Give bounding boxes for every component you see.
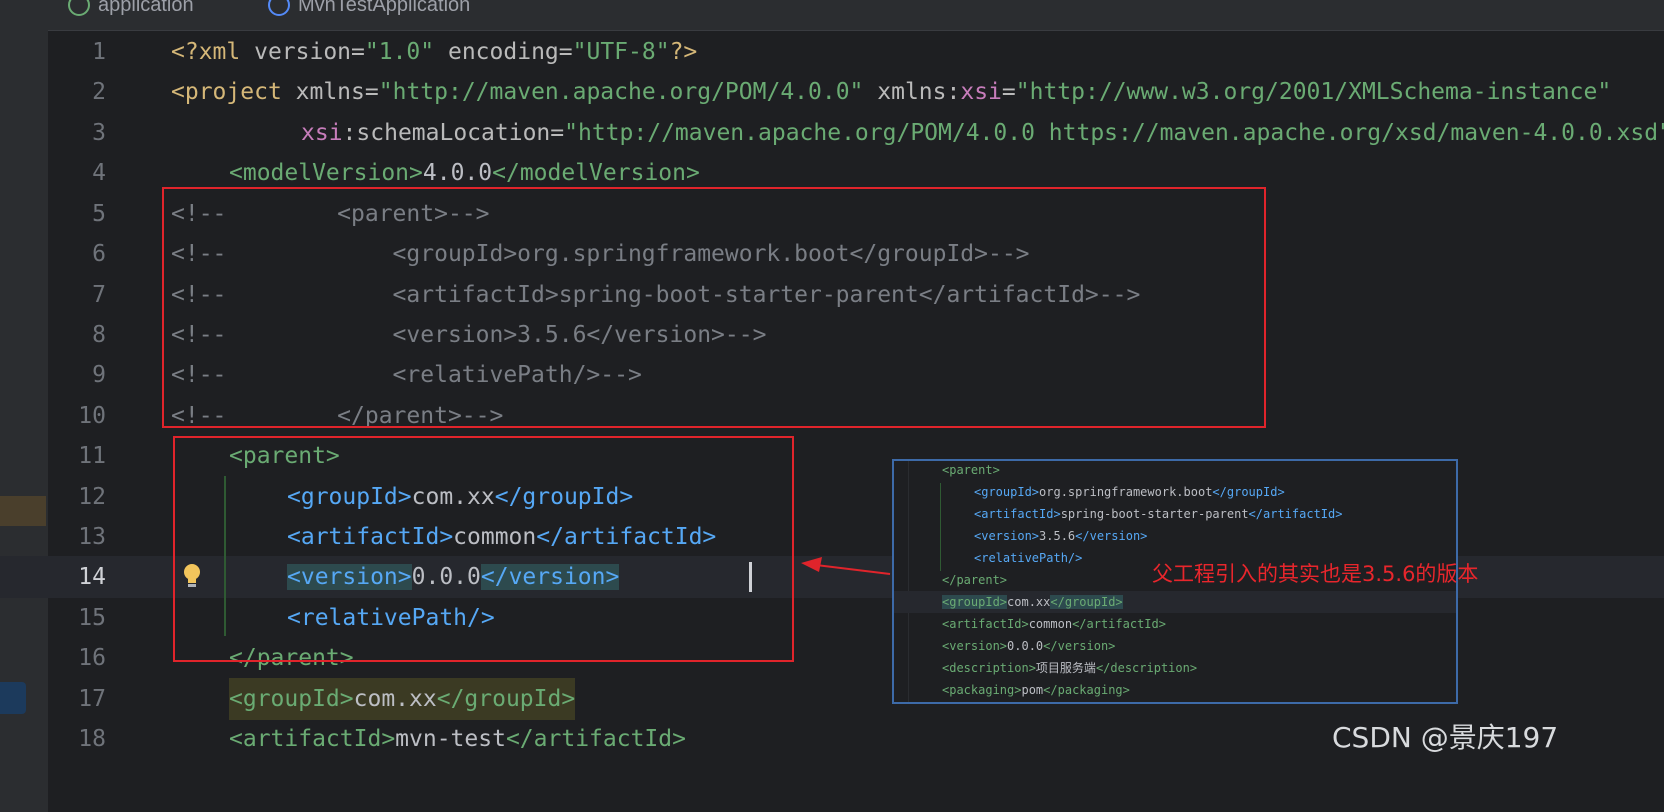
code-text: <project xmlns="http://maven.apache.org/… [171, 79, 1612, 105]
code-line: 2 <project xmlns="http://maven.apache.or… [0, 71, 1664, 113]
code-text: <groupId>com.xx</groupId> [229, 678, 576, 720]
line-number: 1 [92, 39, 106, 65]
line-number: 5 [92, 201, 106, 227]
line-number: 6 [92, 241, 106, 267]
line-number: 10 [78, 403, 106, 429]
line-number: 13 [78, 524, 106, 550]
code-text: <?xml version="1.0" encoding="UTF-8"?> [171, 39, 698, 65]
line-number: 2 [92, 79, 106, 105]
snippet-line: <packaging>pom</packaging> [942, 683, 1130, 697]
annotation-box-commented-parent [162, 187, 1266, 428]
watermark: CSDN @景庆197 [1332, 721, 1559, 754]
snippet-line: <description>项目服务端</description> [942, 661, 1198, 675]
snippet-line: <artifactId>spring-boot-starter-parent</… [974, 507, 1343, 521]
annotation-note: 父工程引入的其实也是3.5.6的版本 [1152, 562, 1479, 586]
line-number: 3 [92, 120, 106, 146]
line-number: 18 [78, 726, 106, 752]
snippet-line: <artifactId>common</artifactId> [942, 617, 1166, 631]
line-number: 17 [78, 686, 106, 712]
line-number: 11 [78, 443, 106, 469]
code-text: <artifactId>mvn-test</artifactId> [229, 726, 686, 752]
snippet-line-current: <groupId>com.xx</groupId> [894, 591, 1456, 613]
snippet-line: <version>0.0.0</version> [942, 639, 1116, 653]
snippet-line: <groupId>org.springframework.boot</group… [974, 485, 1285, 499]
line-number: 12 [78, 484, 106, 510]
code-line: 3 xsi:schemaLocation="http://maven.apach… [0, 112, 1664, 154]
snippet-line: <version>3.5.6</version> [974, 529, 1148, 543]
line-number: 15 [78, 605, 106, 631]
line-number: 14 [78, 564, 106, 590]
annotation-box-parent [173, 436, 794, 662]
snippet-line: <parent> [942, 463, 1000, 477]
lightbulb-icon[interactable] [180, 562, 204, 592]
line-number: 8 [92, 322, 106, 348]
line-number: 7 [92, 282, 106, 308]
code-line: 1 <?xml version="1.0" encoding="UTF-8"?> [0, 31, 1664, 73]
line-number: 16 [78, 645, 106, 671]
text-caret [749, 562, 752, 592]
line-number: 9 [92, 362, 106, 388]
code-text: xsi:schemaLocation="http://maven.apache.… [301, 120, 1664, 146]
line-number: 4 [92, 160, 106, 186]
